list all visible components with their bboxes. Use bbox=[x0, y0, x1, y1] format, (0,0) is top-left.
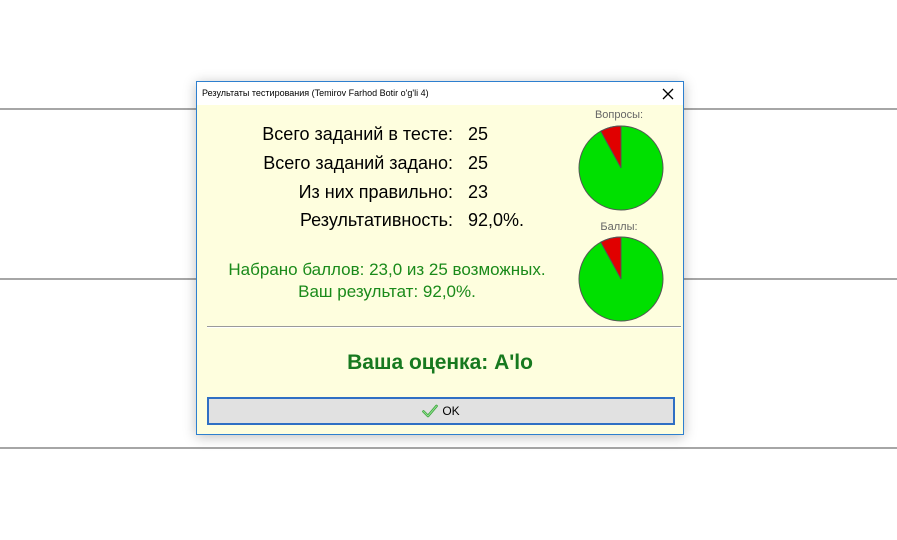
points-pie-caption: Баллы: bbox=[600, 221, 638, 233]
grade-text: Ваша оценка: A'lo bbox=[347, 351, 533, 374]
points-summary: Набрано баллов: 23,0 из 25 возможных. bbox=[228, 260, 546, 279]
questions-pie-caption: Вопросы: bbox=[594, 109, 644, 121]
close-icon bbox=[662, 88, 674, 99]
result-summary: Ваш результат: 92,0%. bbox=[298, 282, 476, 301]
ok-label: OK bbox=[442, 404, 460, 418]
stat-label: Из них правильно: bbox=[298, 182, 453, 202]
stat-value: 25 bbox=[468, 124, 489, 144]
background-divider-bottom bbox=[0, 447, 897, 449]
title-bar[interactable]: Результаты тестирования (Temirov Farhod … bbox=[197, 82, 683, 105]
stat-label: Всего заданий в тесте: bbox=[262, 124, 453, 144]
close-button[interactable] bbox=[653, 82, 683, 105]
stat-value: 25 bbox=[468, 153, 489, 173]
separator-highlight bbox=[207, 327, 681, 328]
points-pie-chart bbox=[578, 236, 664, 322]
test-results-dialog: Результаты тестирования (Temirov Farhod … bbox=[196, 81, 684, 435]
stat-row-total-tasks: Всего заданий в тесте: bbox=[197, 124, 453, 148]
checkmark-icon bbox=[422, 404, 439, 418]
stat-label: Результативность: bbox=[299, 210, 453, 230]
stat-row-correct: Из них правильно: bbox=[197, 182, 453, 206]
stat-value: 92,0%. bbox=[468, 210, 525, 230]
stat-row-effectiveness: Результативность: bbox=[197, 210, 453, 234]
stat-label: Всего заданий задано: bbox=[263, 153, 453, 173]
stat-row-tasks-given: Всего заданий задано: bbox=[197, 153, 453, 177]
questions-pie-chart bbox=[578, 125, 664, 211]
stat-value: 23 bbox=[468, 182, 489, 202]
ok-button[interactable]: OK bbox=[207, 397, 675, 425]
window-title: Результаты тестирования (Temirov Farhod … bbox=[202, 88, 429, 98]
